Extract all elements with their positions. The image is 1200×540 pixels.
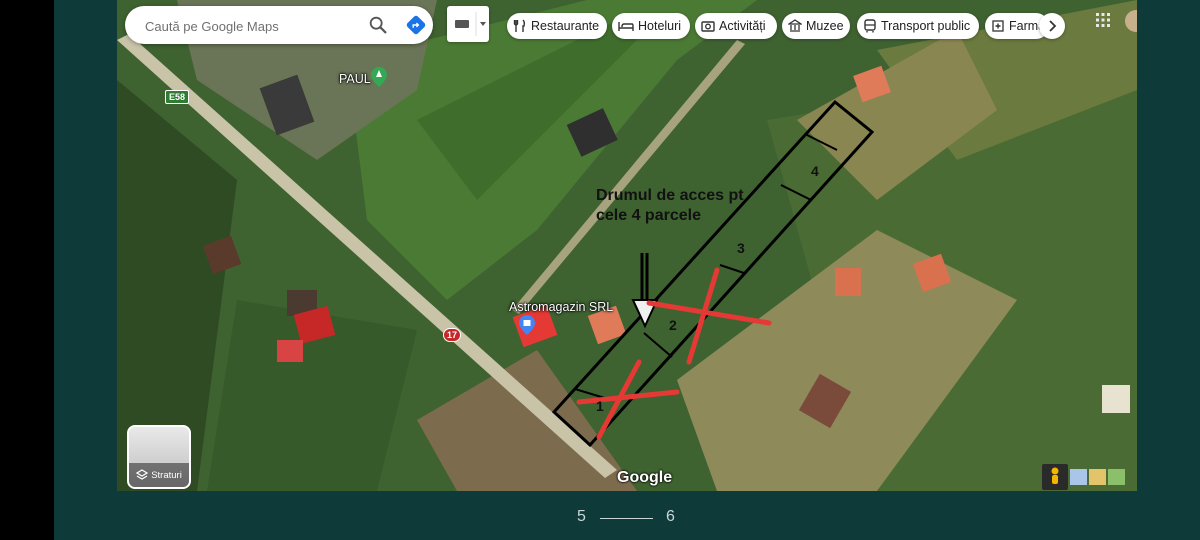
chevron-right-icon <box>1049 20 1057 32</box>
imagery-thumbnails[interactable] <box>1070 466 1126 488</box>
chip-label: Hoteluri <box>638 19 682 33</box>
layers-icon <box>136 469 149 480</box>
chip-label: Muzee <box>806 19 844 33</box>
parcel-number-4: 4 <box>811 163 819 179</box>
camera-icon <box>701 21 715 32</box>
poi-pin-shopping-icon[interactable] <box>519 315 535 335</box>
pager-divider <box>600 518 653 519</box>
chip-activities[interactable]: Activități <box>695 13 777 39</box>
chip-label: Transport public <box>881 19 971 33</box>
road-shield-e58: E58 <box>165 90 190 104</box>
chip-hotels[interactable]: Hoteluri <box>612 13 690 39</box>
museum-icon <box>788 19 802 32</box>
pager-next[interactable]: 6 <box>666 508 675 526</box>
layers-label: Straturi <box>151 469 182 481</box>
keyboard-icon <box>455 12 486 36</box>
poi-pin-green-icon[interactable] <box>371 67 387 87</box>
poi-label-astromagazin[interactable]: Astromagazin SRL <box>509 300 613 314</box>
chips-next-button[interactable] <box>1039 13 1065 39</box>
satellite-imagery <box>117 0 1137 491</box>
chip-restaurants[interactable]: Restaurante <box>507 13 607 39</box>
pegman-icon <box>1051 467 1059 484</box>
chip-public-transport[interactable]: Transport public <box>857 13 979 39</box>
search-input[interactable] <box>143 15 347 37</box>
layers-button[interactable]: Straturi <box>127 425 191 489</box>
apps-grid-icon[interactable] <box>1095 12 1111 28</box>
poi-label-paul[interactable]: PAUL <box>339 72 371 86</box>
bed-icon <box>618 22 634 31</box>
search-icon[interactable] <box>367 14 389 36</box>
chip-label: Restaurante <box>531 19 600 33</box>
google-logo: Google <box>617 469 673 486</box>
fork-knife-icon <box>513 19 526 32</box>
parcel-number-2: 2 <box>669 317 677 333</box>
annotation-access-road-text: Drumul de acces pt cele 4 parcele <box>596 187 744 224</box>
street-view-pegman[interactable] <box>1042 464 1068 490</box>
layers-label-wrap: Straturi <box>129 463 189 487</box>
road-shield-17: 17 <box>443 328 462 342</box>
input-tools-button[interactable] <box>447 6 489 42</box>
parcel-number-3: 3 <box>737 240 745 256</box>
directions-icon[interactable] <box>405 14 427 36</box>
pager-current[interactable]: 5 <box>577 508 586 526</box>
map-view[interactable]: Restaurante Hoteluri Activități Muzee Tr… <box>117 0 1137 491</box>
bus-icon <box>864 19 876 33</box>
chip-label: Activități <box>719 19 766 33</box>
search-box[interactable] <box>125 6 433 44</box>
chip-museums[interactable]: Muzee <box>782 13 850 39</box>
pharmacy-icon <box>992 20 1004 32</box>
parcel-number-1: 1 <box>596 398 604 414</box>
left-black-bar <box>0 0 54 540</box>
